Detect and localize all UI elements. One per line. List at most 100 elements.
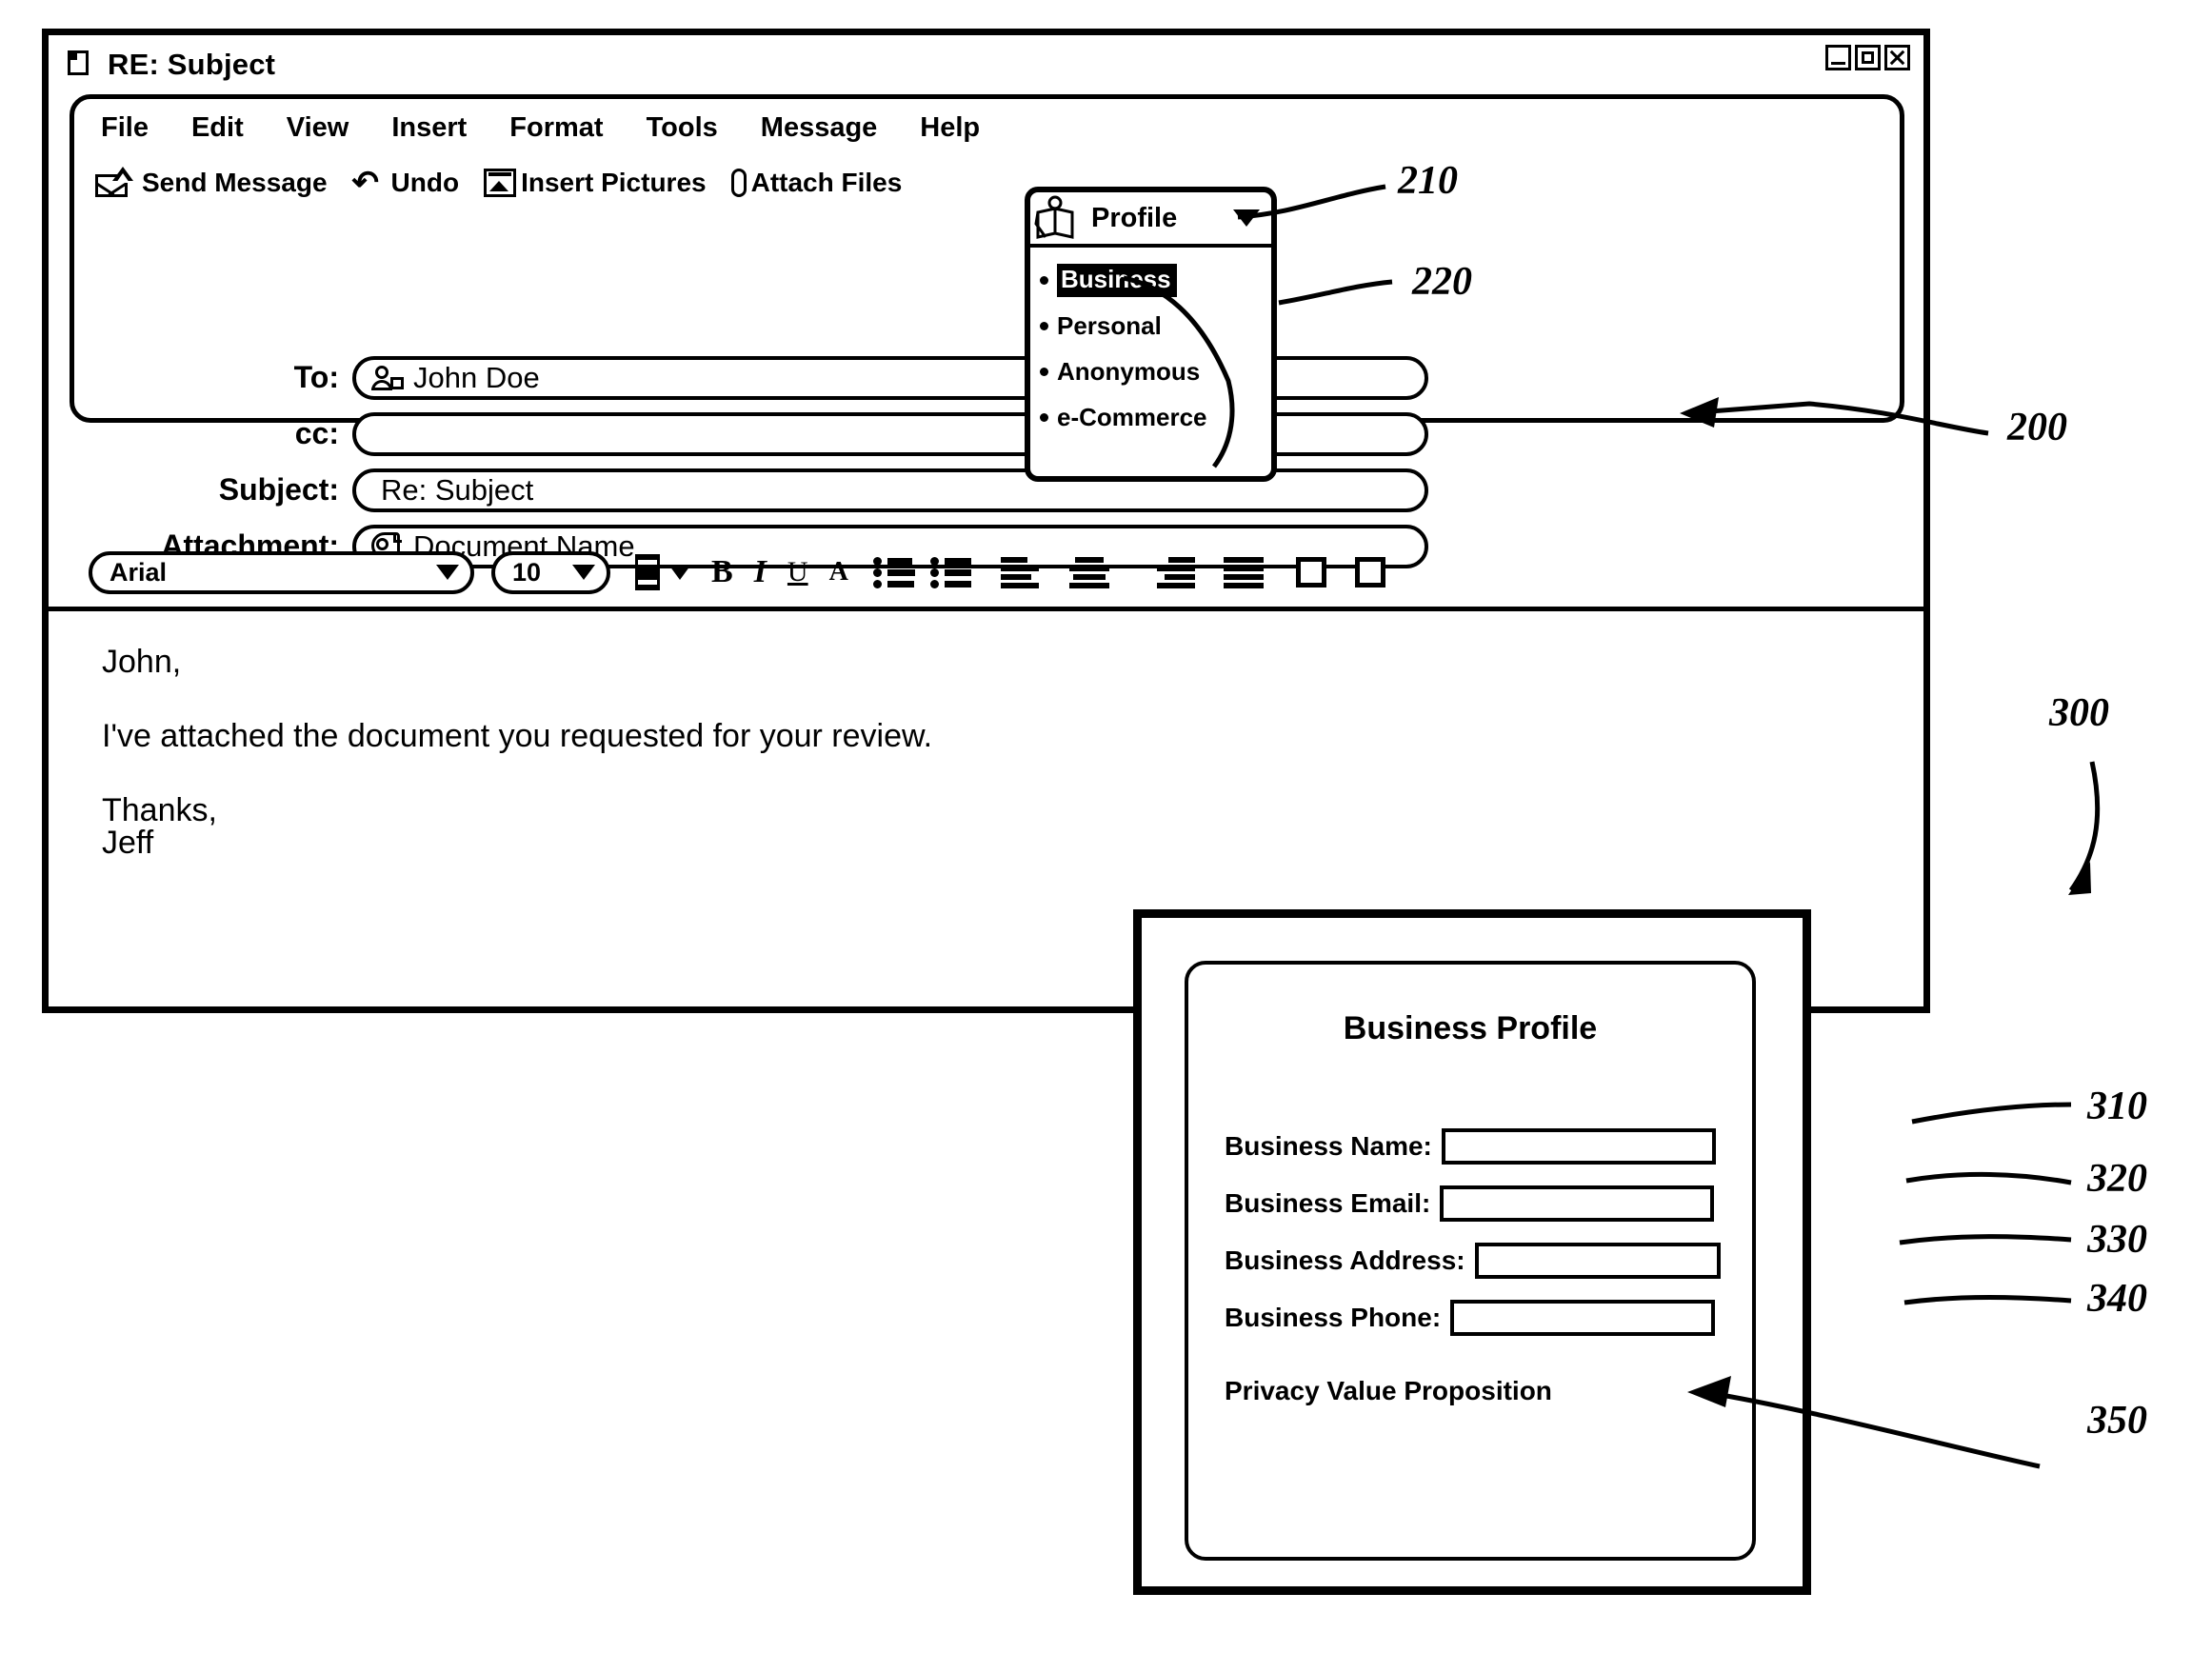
bullet-icon bbox=[1040, 367, 1048, 376]
privacy-value-proposition-label: Privacy Value Proposition bbox=[1225, 1376, 1552, 1405]
compose-header-panel: File Edit View Insert Format Tools Messa… bbox=[70, 94, 1904, 568]
profile-option-business[interactable]: Business bbox=[1030, 257, 1271, 303]
font-color-swatch[interactable] bbox=[635, 554, 660, 590]
align-center-icon[interactable] bbox=[1068, 556, 1109, 588]
menu-bar: File Edit View Insert Format Tools Messa… bbox=[101, 112, 980, 144]
profile-option-ecommerce[interactable]: e-Commerce bbox=[1030, 394, 1271, 440]
email-compose-window: RE: Subject File Edit View Insert Format… bbox=[42, 29, 1930, 1013]
insert-pictures-label: Insert Pictures bbox=[521, 168, 707, 197]
body-line-signature: Jeff bbox=[102, 825, 154, 861]
business-profile-dialog: Business Profile Business Name: Business… bbox=[1133, 909, 1811, 1595]
envelope-send-icon bbox=[95, 167, 137, 197]
minimize-button[interactable] bbox=[1825, 45, 1851, 70]
title-bar: RE: Subject bbox=[49, 35, 1923, 94]
bulleted-list-icon[interactable] bbox=[872, 556, 915, 588]
indent-box-icon[interactable] bbox=[1354, 557, 1385, 588]
reference-number-340: 340 bbox=[2087, 1277, 2147, 1321]
font-family-select[interactable]: Arial bbox=[89, 550, 474, 594]
subject-label: Subject: bbox=[218, 472, 339, 507]
attach-files-button[interactable]: Attach Files bbox=[730, 168, 902, 198]
profile-option-personal[interactable]: Personal bbox=[1030, 303, 1271, 349]
window-controls bbox=[1825, 45, 1910, 70]
reference-number-320: 320 bbox=[2087, 1157, 2147, 1201]
cc-label: cc: bbox=[294, 416, 339, 450]
profile-button-label: Profile bbox=[1091, 202, 1178, 233]
font-family-value: Arial bbox=[110, 557, 168, 587]
reference-number-220: 220 bbox=[1412, 260, 1472, 304]
business-address-input[interactable] bbox=[1474, 1243, 1721, 1279]
business-email-label: Business Email: bbox=[1225, 1188, 1431, 1218]
menu-item-format[interactable]: Format bbox=[509, 112, 603, 144]
document-icon bbox=[68, 50, 92, 79]
patent-figure-page: RE: Subject File Edit View Insert Format… bbox=[0, 0, 2212, 1653]
bullet-icon bbox=[1040, 412, 1048, 422]
business-profile-fields: Business Name: Business Email: Business … bbox=[1188, 1128, 1752, 1406]
row-business-phone: Business Phone: bbox=[1225, 1300, 1752, 1336]
profile-dropdown-button[interactable]: Profile bbox=[1030, 192, 1271, 248]
business-name-label: Business Name: bbox=[1225, 1131, 1432, 1161]
body-line-main: I've attached the document you requested… bbox=[102, 718, 933, 754]
chevron-down-icon[interactable] bbox=[1233, 209, 1260, 227]
outdent-box-icon[interactable] bbox=[1295, 557, 1326, 588]
menu-item-tools[interactable]: Tools bbox=[647, 112, 718, 144]
bold-button[interactable]: B bbox=[711, 554, 733, 590]
undo-arrow-icon: ↶ bbox=[351, 165, 380, 201]
profile-dropdown[interactable]: Profile Business Personal Anonymous e-Co… bbox=[1025, 187, 1277, 482]
send-message-button[interactable]: Send Message bbox=[95, 167, 328, 198]
picture-icon bbox=[484, 169, 517, 197]
font-color-button[interactable]: A bbox=[829, 557, 848, 588]
menu-item-message[interactable]: Message bbox=[761, 112, 878, 144]
menu-item-view[interactable]: View bbox=[287, 112, 349, 144]
to-label: To: bbox=[293, 360, 339, 394]
close-button[interactable] bbox=[1884, 45, 1910, 70]
undo-label: Undo bbox=[390, 168, 460, 197]
bullet-icon bbox=[1040, 275, 1048, 285]
business-profile-panel: Business Profile Business Name: Business… bbox=[1185, 961, 1756, 1561]
reference-number-210: 210 bbox=[1398, 159, 1458, 203]
row-business-email: Business Email: bbox=[1225, 1185, 1752, 1222]
undo-button[interactable]: ↶ Undo bbox=[351, 165, 460, 201]
chevron-down-icon bbox=[572, 565, 595, 580]
chevron-down-icon[interactable] bbox=[669, 565, 690, 580]
body-line-closing: Thanks, bbox=[102, 792, 217, 828]
menu-item-file[interactable]: File bbox=[101, 112, 149, 144]
profile-option-label: e-Commerce bbox=[1057, 402, 1207, 431]
menu-item-edit[interactable]: Edit bbox=[191, 112, 244, 144]
bullet-icon bbox=[1040, 321, 1048, 330]
align-left-icon[interactable] bbox=[1000, 556, 1041, 588]
command-toolbar: Send Message ↶ Undo Insert Pictures Atta… bbox=[95, 165, 919, 201]
business-address-label: Business Address: bbox=[1225, 1245, 1465, 1275]
maximize-button[interactable] bbox=[1855, 45, 1881, 70]
business-phone-label: Business Phone: bbox=[1225, 1303, 1442, 1332]
business-phone-input[interactable] bbox=[1450, 1300, 1716, 1336]
row-business-name: Business Name: bbox=[1225, 1128, 1752, 1165]
insert-pictures-button[interactable]: Insert Pictures bbox=[484, 168, 707, 198]
menu-item-insert[interactable]: Insert bbox=[391, 112, 467, 144]
business-name-input[interactable] bbox=[1441, 1128, 1716, 1165]
dialog-title: Business Profile bbox=[1343, 1010, 1598, 1046]
reference-number-200: 200 bbox=[2007, 406, 2067, 449]
italic-button[interactable]: I bbox=[754, 554, 767, 590]
menu-item-help[interactable]: Help bbox=[920, 112, 980, 144]
underline-button[interactable]: U bbox=[787, 556, 808, 588]
profile-option-label: Personal bbox=[1057, 310, 1162, 340]
message-body[interactable]: John, I've attached the document you req… bbox=[49, 607, 1923, 959]
reference-number-350: 350 bbox=[2087, 1399, 2147, 1443]
business-email-input[interactable] bbox=[1440, 1185, 1715, 1222]
chevron-down-icon bbox=[436, 565, 459, 580]
reference-number-330: 330 bbox=[2087, 1218, 2147, 1262]
align-right-icon[interactable] bbox=[1155, 556, 1195, 588]
send-message-label: Send Message bbox=[142, 168, 328, 197]
subject-value: Re: Subject bbox=[381, 472, 534, 507]
to-value: John Doe bbox=[413, 360, 540, 394]
profile-options-list: Business Personal Anonymous e-Commerce bbox=[1030, 248, 1271, 440]
open-book-person-icon bbox=[1034, 195, 1089, 241]
formatting-toolbar: Arial 10 B I U A bbox=[70, 538, 1904, 607]
numbered-list-icon[interactable] bbox=[929, 556, 972, 588]
font-size-select[interactable]: 10 bbox=[491, 550, 610, 594]
align-justify-icon[interactable] bbox=[1223, 556, 1264, 588]
profile-option-label: Business bbox=[1057, 263, 1177, 297]
profile-option-anonymous[interactable]: Anonymous bbox=[1030, 349, 1271, 394]
font-size-value: 10 bbox=[512, 557, 542, 587]
contact-card-icon bbox=[371, 365, 404, 390]
